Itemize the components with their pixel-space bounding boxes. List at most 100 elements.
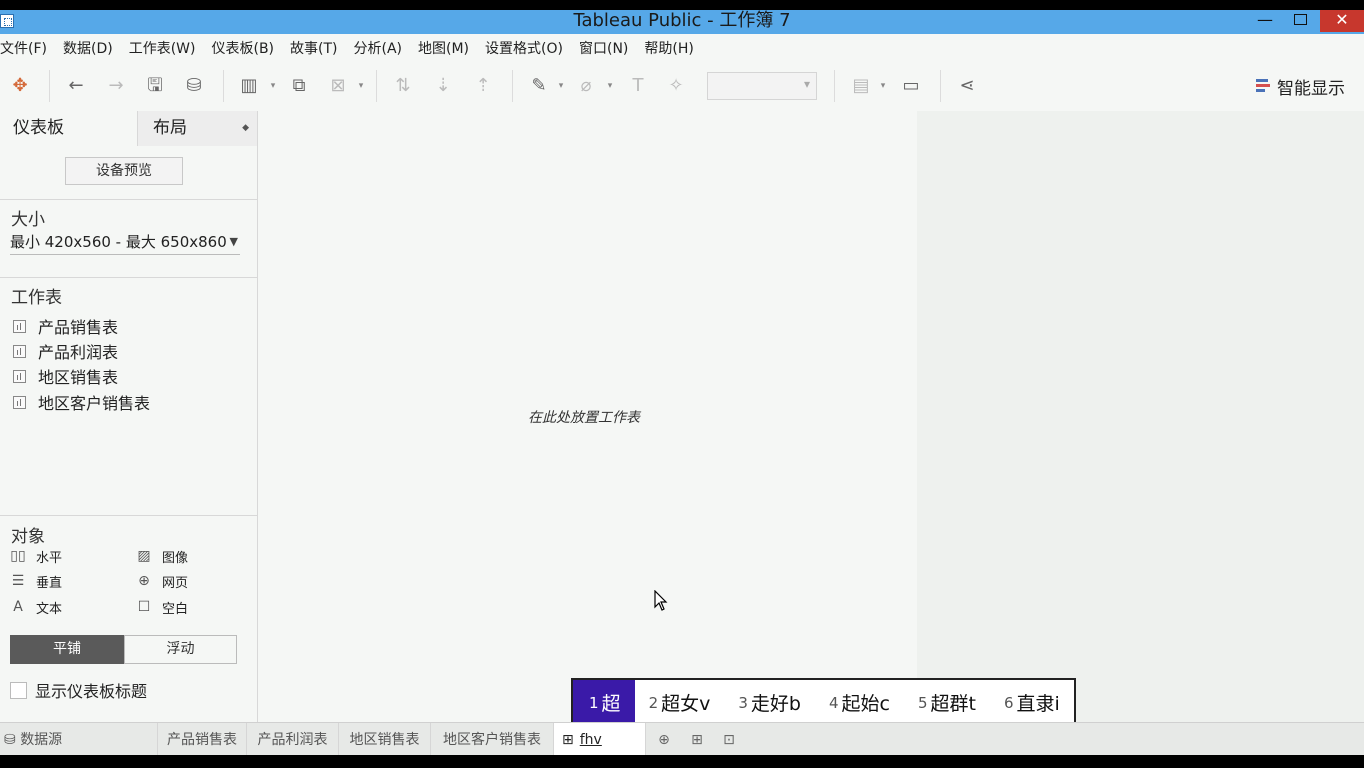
sheet-item-region-customer-sales[interactable]: 地区客户销售表	[13, 391, 150, 413]
screen-border	[0, 755, 1364, 768]
size-dropdown[interactable]: 最小 420x560 - 最大 650x860 ▼	[10, 231, 240, 255]
save-icon[interactable]: 🖫	[143, 74, 167, 98]
undo-back-icon[interactable]: ←	[64, 74, 88, 98]
object-label: 网页	[162, 575, 189, 591]
clear-dropdown[interactable]: ▾	[356, 76, 366, 96]
toolbar-separator	[940, 70, 941, 102]
fix-axes-pin-icon[interactable]: ✧	[664, 74, 688, 98]
sheet-tab-bar: ⛁ 数据源 产品销售表 产品利润表 地区销售表 地区客户销售表 ⊞ fhv ⊕ ⊞…	[0, 722, 1364, 755]
blank-icon: ☐	[137, 599, 151, 615]
worksheet-icon	[13, 319, 26, 333]
menu-help[interactable]: 帮助(H)	[644, 38, 701, 58]
object-webpage[interactable]: ⊕ 网页	[136, 571, 188, 591]
tab-layout[interactable]: 布局 ◆	[138, 111, 257, 146]
image-icon: ▨	[137, 548, 151, 564]
object-text[interactable]: A 文本	[10, 597, 62, 617]
candidate-number: 1	[589, 693, 599, 712]
object-label: 空白	[162, 601, 189, 617]
title-bar: Tableau Public - 工作簿 7 — ✕	[0, 0, 1364, 34]
ime-candidate-2[interactable]: 2 超女v	[635, 680, 725, 725]
new-sheet-icon[interactable]: ▥	[237, 74, 261, 98]
smart-show-label: 智能显示	[1277, 78, 1345, 99]
highlight-icon[interactable]: ✎	[527, 74, 551, 98]
menu-data[interactable]: 数据(D)	[63, 38, 121, 58]
group-dropdown[interactable]: ▾	[605, 76, 615, 96]
candidate-number: 4	[828, 693, 839, 712]
menu-dashboard[interactable]: 仪表板(B)	[211, 38, 282, 58]
device-preview-button[interactable]: 设备预览	[65, 157, 183, 185]
show-cards-dropdown[interactable]: ▾	[878, 76, 888, 96]
ime-candidate-3[interactable]: 3 走好b	[724, 680, 815, 725]
maximize-icon	[1293, 14, 1307, 25]
worksheet-icon	[13, 395, 26, 409]
sheet-item-region-sales[interactable]: 地区销售表	[13, 365, 118, 387]
show-title-checkbox[interactable]	[10, 681, 27, 699]
clear-sheet-icon[interactable]: ⊠	[326, 74, 350, 98]
ime-candidate-bar: 1 超 2 超女v 3 走好b 4 起始c 5 超群t 6 直隶i	[571, 678, 1076, 727]
sheet-tab-region-customer-sales[interactable]: 地区客户销售表	[431, 723, 554, 755]
show-cards-icon[interactable]: ▤	[849, 74, 873, 98]
menu-worksheet[interactable]: 工作表(W)	[129, 38, 204, 58]
floating-toggle[interactable]: 浮动	[124, 635, 237, 664]
maximize-button[interactable]	[1280, 10, 1320, 32]
object-horizontal[interactable]: ▯▯ 水平	[10, 546, 62, 566]
sheet-tab-product-sales[interactable]: 产品销售表	[157, 723, 247, 755]
sheet-tab-region-sales[interactable]: 地区销售表	[339, 723, 431, 755]
toolbar-separator	[834, 70, 835, 102]
new-dashboard-icon[interactable]: ⊞	[688, 731, 706, 749]
object-label: 水平	[36, 550, 63, 566]
tableau-logo-icon[interactable]: ✥	[8, 74, 32, 98]
tableau-window: Tableau Public - 工作簿 7 — ✕ 文件(F) 数据(D) 工…	[0, 0, 1364, 768]
sheet-item-product-profit[interactable]: 产品利润表	[13, 340, 118, 362]
candidate-text: 起始c	[841, 693, 890, 715]
menu-file[interactable]: 文件(F)	[0, 38, 55, 58]
new-worksheet-icon[interactable]: ⊕	[655, 731, 673, 749]
menu-window[interactable]: 窗口(N)	[579, 38, 636, 58]
menu-story[interactable]: 故事(T)	[290, 38, 345, 58]
sheet-tab-product-profit[interactable]: 产品利润表	[247, 723, 339, 755]
object-image[interactable]: ▨ 图像	[136, 546, 188, 566]
datasource-tab[interactable]: ⛁ 数据源	[4, 723, 62, 755]
menu-analysis[interactable]: 分析(A)	[354, 38, 411, 58]
object-blank[interactable]: ☐ 空白	[136, 597, 188, 617]
menu-map[interactable]: 地图(M)	[418, 38, 477, 58]
object-label: 文本	[36, 601, 63, 617]
smart-show-button[interactable]: 智能显示	[1256, 74, 1345, 99]
worksheet-icon	[13, 344, 26, 358]
dashboard-tab-active[interactable]: ⊞ fhv	[554, 723, 646, 755]
divider	[0, 515, 257, 516]
sheet-label: 地区客户销售表	[38, 394, 151, 413]
globe-icon: ⊕	[138, 573, 150, 589]
new-datasource-icon[interactable]: ⛁	[182, 74, 206, 98]
sort-descending-icon[interactable]: ⇡	[471, 74, 495, 98]
swap-rows-columns-icon[interactable]: ⇅	[391, 74, 415, 98]
show-mark-labels-icon[interactable]: T	[626, 74, 650, 98]
tab-dashboard[interactable]: 仪表板	[0, 111, 138, 146]
sort-ascending-icon[interactable]: ⇣	[431, 74, 455, 98]
tiled-toggle[interactable]: 平铺	[10, 635, 124, 664]
presentation-mode-icon[interactable]: ▭	[899, 74, 923, 98]
close-button[interactable]: ✕	[1320, 10, 1364, 32]
new-story-icon[interactable]: ⊡	[720, 731, 738, 749]
drop-hint-text: 在此处放置工作表	[528, 410, 640, 426]
highlight-dropdown[interactable]: ▾	[556, 76, 566, 96]
new-sheet-dropdown[interactable]: ▾	[268, 76, 278, 96]
database-icon: ⛁	[4, 732, 16, 748]
ime-candidate-5[interactable]: 5 超群t	[904, 680, 990, 725]
fit-dropdown[interactable]	[707, 72, 817, 100]
ime-candidate-1[interactable]: 1 超	[573, 680, 635, 725]
ime-candidate-4[interactable]: 4 起始c	[815, 680, 904, 725]
minimize-button[interactable]: —	[1245, 10, 1285, 32]
object-vertical[interactable]: ☰ 垂直	[10, 571, 62, 591]
sheet-item-product-sales[interactable]: 产品销售表	[13, 315, 118, 337]
group-members-icon[interactable]: ⌀	[574, 74, 598, 98]
menu-format[interactable]: 设置格式(O)	[485, 38, 571, 58]
text-icon: A	[13, 599, 23, 615]
show-dashboard-title-option[interactable]: 显示仪表板标题	[10, 679, 147, 701]
toolbar: ✥ ← → 🖫 ⛁ ▥ ▾ ⧉ ⊠ ▾ ⇅ ⇣ ⇡ ✎ ▾ ⌀ ▾ T ✧ ▤ …	[0, 62, 1364, 110]
share-icon[interactable]: ⋖	[955, 74, 979, 98]
ime-candidate-6[interactable]: 6 直隶i	[990, 680, 1074, 725]
duplicate-sheet-icon[interactable]: ⧉	[287, 74, 311, 98]
candidate-text: 超群t	[930, 693, 976, 715]
redo-forward-icon[interactable]: →	[104, 74, 128, 98]
